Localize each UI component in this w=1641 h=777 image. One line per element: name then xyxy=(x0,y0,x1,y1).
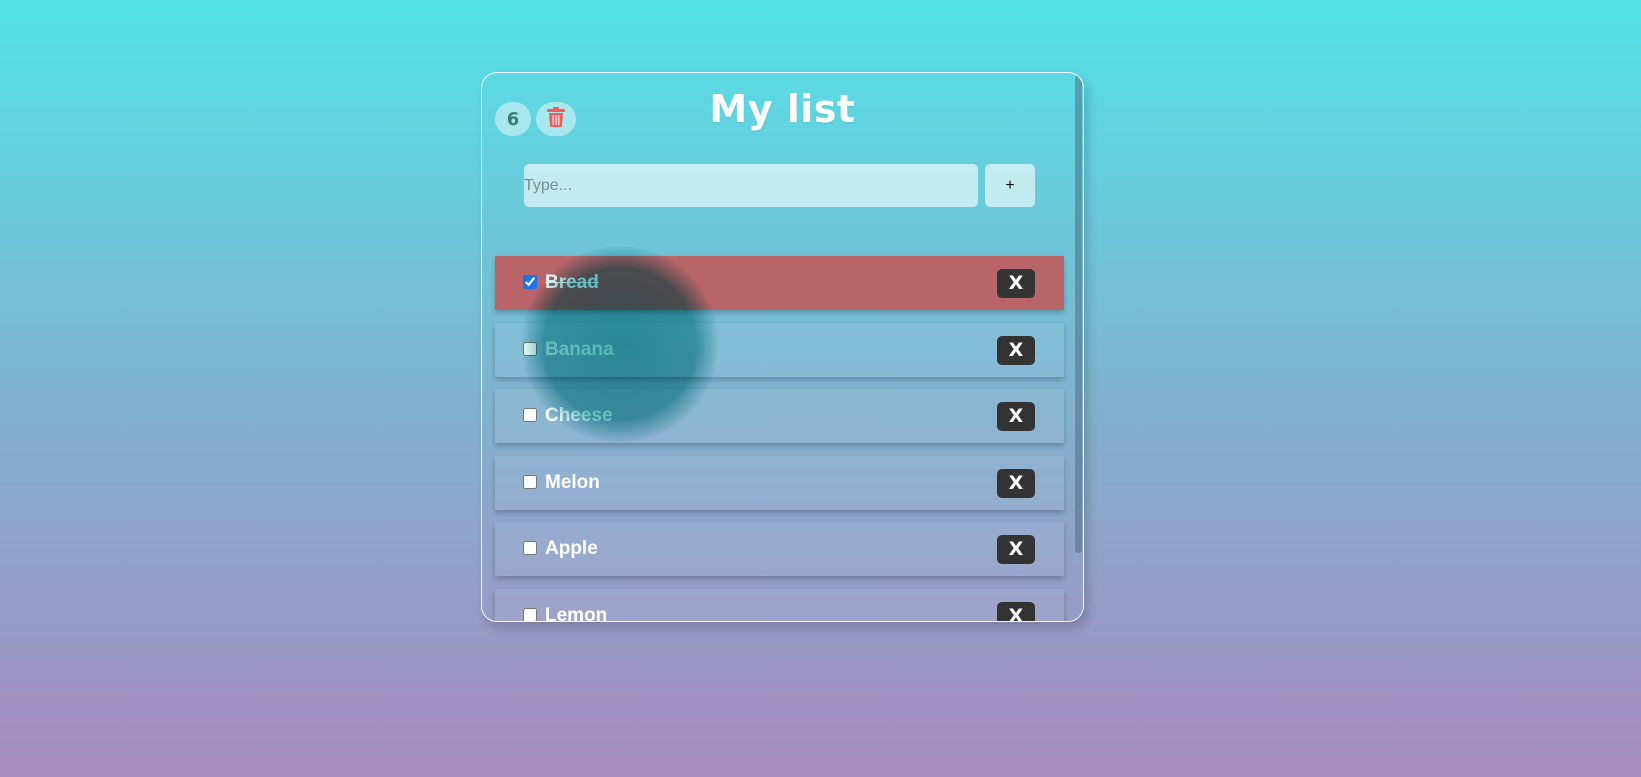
list-item: Lemon X xyxy=(495,588,1064,622)
delete-item-button[interactable]: X xyxy=(997,468,1035,498)
list-item: Apple X xyxy=(495,522,1064,576)
page-title: My list xyxy=(709,87,856,131)
item-checkbox[interactable] xyxy=(523,541,537,555)
item-checkbox[interactable] xyxy=(523,275,537,289)
item-label: Bread xyxy=(545,272,599,293)
add-item-button[interactable]: + xyxy=(985,164,1035,207)
scrollbar-thumb[interactable] xyxy=(1075,75,1082,553)
item-checkbox[interactable] xyxy=(523,341,537,356)
list-item: Cheese X xyxy=(495,389,1064,443)
delete-item-button[interactable]: X xyxy=(997,535,1035,564)
list-item: Melon X xyxy=(495,455,1064,510)
delete-item-button[interactable]: X xyxy=(997,335,1035,365)
item-label: Melon xyxy=(545,471,600,493)
add-item-form: + xyxy=(524,164,1035,207)
delete-item-button[interactable]: X xyxy=(997,402,1035,431)
todo-list: Bread X Banana X Cheese X Melon X Apple … xyxy=(495,256,1064,622)
list-item: Bread X xyxy=(495,256,1064,310)
item-label: Lemon xyxy=(545,604,608,622)
item-checkbox[interactable] xyxy=(523,607,537,621)
scrollbar[interactable] xyxy=(1073,73,1083,621)
item-label: Cheese xyxy=(545,405,613,426)
item-label: Apple xyxy=(545,538,598,559)
delete-item-button[interactable]: X xyxy=(997,269,1035,298)
list-item: Banana X xyxy=(495,322,1064,377)
todo-card: 6 My list + Bread X Banana X xyxy=(481,72,1084,622)
new-item-input[interactable] xyxy=(524,164,978,207)
item-checkbox[interactable] xyxy=(523,474,537,489)
item-checkbox[interactable] xyxy=(523,408,537,422)
item-label: Banana xyxy=(545,338,614,360)
delete-item-button[interactable]: X xyxy=(997,601,1035,621)
